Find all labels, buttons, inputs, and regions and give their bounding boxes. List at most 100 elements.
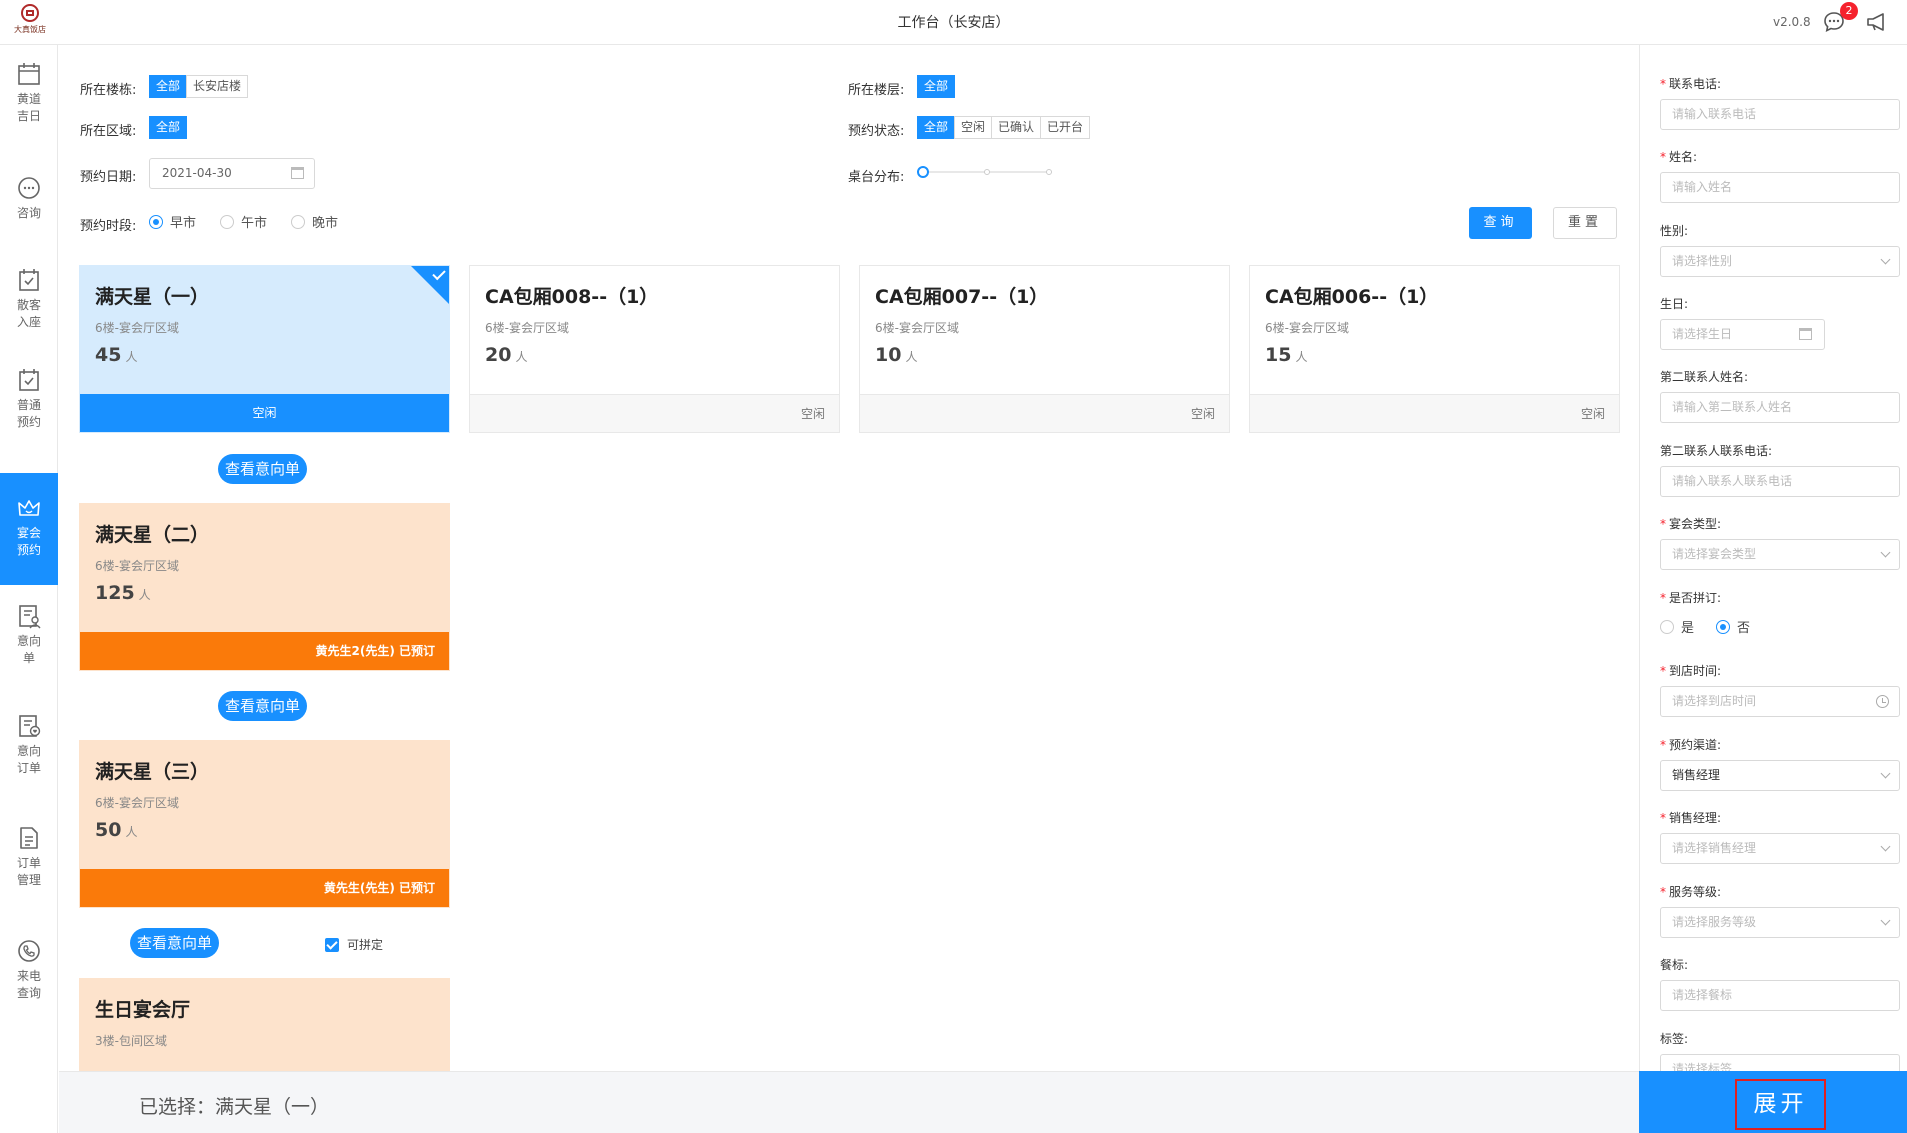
- clock-icon: [1876, 695, 1889, 708]
- form-field-banquet-type: * 宴会类型: 请选择宴会类型: [1660, 516, 1900, 570]
- calendar-check-icon: [19, 269, 39, 291]
- period-filter-label: 预约时段:: [80, 219, 137, 234]
- date-filter-label: 预约日期:: [80, 170, 137, 185]
- form-field-sales-manager: * 销售经理: 请选择销售经理: [1660, 810, 1900, 864]
- nav-item-banquet-reservation[interactable]: 宴会预约: [0, 473, 58, 585]
- status-option-free[interactable]: 空闲: [954, 116, 993, 139]
- meal-standard-input[interactable]: 请选择餐标: [1660, 980, 1900, 1011]
- second-contact-name-input[interactable]: 请输入第二联系人姓名: [1660, 392, 1900, 423]
- status-option-all[interactable]: 全部: [917, 116, 956, 139]
- slider-handle[interactable]: [917, 166, 929, 178]
- room-name: 满天星（一）: [95, 286, 210, 308]
- announcement-icon[interactable]: [1865, 11, 1889, 33]
- reservation-form: * 联系电话: 请输入联系电话 * 姓名: 请输入姓名 性别: 请选择性别 生日: …: [1639, 45, 1907, 1071]
- building-filter-label: 所在楼栋:: [80, 83, 137, 98]
- nav-item-intent-list[interactable]: 意向单: [0, 603, 58, 683]
- building-option-changan[interactable]: 长安店楼: [186, 75, 249, 98]
- nav-item-auspicious-days[interactable]: 黄道吉日: [0, 61, 58, 141]
- crown-icon: [18, 500, 40, 516]
- room-card-booked[interactable]: 满天星（二） 6楼-宴会厅区域 125 人 黄先生2(先生) 已预订: [79, 503, 450, 671]
- room-card[interactable]: CA包厢008--（1） 6楼-宴会厅区域 20 人 空闲: [469, 265, 840, 433]
- combine-option-no[interactable]: 否: [1716, 617, 1750, 636]
- arrival-time-input[interactable]: 请选择到店时间: [1660, 686, 1900, 717]
- room-name: 生日宴会厅: [95, 999, 191, 1021]
- expand-panel: 展开: [1639, 1071, 1907, 1133]
- form-field-service-level: * 服务等级: 请选择服务等级: [1660, 884, 1900, 938]
- nav-item-walkin-seating[interactable]: 散客入座: [0, 267, 58, 347]
- combinable-label: 可拼定: [347, 938, 384, 952]
- room-card[interactable]: CA包厢006--（1） 6楼-宴会厅区域 15 人 空闲: [1249, 265, 1620, 433]
- main-content: 所在楼栋: 全部 长安店楼 所在楼层: 全部 所在区域: 全部 预约状态: 全部…: [59, 45, 1639, 1071]
- room-area: 6楼-宴会厅区域: [95, 796, 179, 810]
- version-label: v2.0.8: [1773, 15, 1811, 29]
- room-card-selected[interactable]: 满天星（一） 6楼-宴会厅区域 45 人 空闲: [79, 265, 450, 433]
- nav-item-order-management[interactable]: 订单管理: [0, 825, 58, 905]
- second-contact-phone-input[interactable]: 请输入联系人联系电话: [1660, 466, 1900, 497]
- view-intent-button[interactable]: 查看意向单: [218, 454, 308, 484]
- room-capacity: 125 人: [95, 582, 151, 604]
- gender-select[interactable]: 请选择性别: [1660, 246, 1900, 277]
- logo-text: 大真饭店: [14, 25, 46, 34]
- table-distribution-slider[interactable]: [917, 165, 1052, 179]
- channel-select[interactable]: 销售经理: [1660, 760, 1900, 791]
- expand-button[interactable]: 展开: [1735, 1079, 1826, 1130]
- phone-input[interactable]: 请输入联系电话: [1660, 99, 1900, 130]
- room-area: 6楼-宴会厅区域: [485, 321, 569, 335]
- status-option-opened[interactable]: 已开台: [1040, 116, 1091, 139]
- logo: 大真饭店: [10, 4, 50, 40]
- booking-status: 黄先生2(先生) 已预订: [80, 632, 449, 670]
- room-area: 6楼-宴会厅区域: [875, 321, 959, 335]
- status-option-confirmed[interactable]: 已确认: [991, 116, 1042, 139]
- room-status: 空闲: [80, 394, 449, 432]
- selected-room-text: 已选择：满天星（一）: [139, 1096, 330, 1118]
- room-status: 空闲: [470, 394, 839, 432]
- room-card[interactable]: CA包厢007--（1） 6楼-宴会厅区域 10 人 空闲: [859, 265, 1230, 433]
- room-status: 空闲: [1250, 394, 1619, 432]
- room-capacity: 10 人: [875, 344, 918, 366]
- service-level-select[interactable]: 请选择服务等级: [1660, 907, 1900, 938]
- room-area: 3楼-包间区域: [95, 1034, 167, 1048]
- room-capacity: 50 人: [95, 819, 138, 841]
- region-filter-label: 所在区域:: [80, 124, 137, 139]
- reset-button[interactable]: 重置: [1553, 207, 1617, 239]
- region-option-all[interactable]: 全部: [149, 116, 188, 139]
- period-option-morning[interactable]: 早市: [149, 212, 196, 231]
- document-icon: [20, 827, 38, 849]
- name-input[interactable]: 请输入姓名: [1660, 172, 1900, 203]
- form-field-arrival-time: * 到店时间: 请选择到店时间: [1660, 663, 1900, 717]
- reservation-date-input[interactable]: 2021-04-30: [149, 158, 315, 189]
- chevron-down-icon: [1880, 768, 1891, 779]
- view-intent-button[interactable]: 查看意向单: [130, 928, 220, 958]
- nav-item-consult[interactable]: 咨询: [0, 175, 58, 235]
- room-capacity: 20 人: [485, 344, 528, 366]
- chevron-down-icon: [1880, 254, 1891, 265]
- room-capacity: 15 人: [1265, 344, 1308, 366]
- nav-item-normal-reservation[interactable]: 普通预约: [0, 367, 58, 447]
- nav-item-intent-order[interactable]: 意向订单: [0, 713, 58, 793]
- combinable-checkbox[interactable]: 可拼定: [325, 936, 383, 953]
- building-option-all[interactable]: 全部: [149, 75, 188, 98]
- banquet-type-select[interactable]: 请选择宴会类型: [1660, 539, 1900, 570]
- query-button[interactable]: 查询: [1469, 207, 1532, 239]
- table-distribution-label: 桌台分布:: [848, 170, 905, 185]
- room-card-booked[interactable]: 生日宴会厅 3楼-包间区域: [79, 978, 450, 1071]
- period-option-noon[interactable]: 午市: [220, 212, 267, 231]
- chat-icon: [18, 177, 40, 199]
- room-name: CA包厢007--（1）: [875, 286, 1049, 308]
- bottom-bar: 已选择：满天星（一）: [59, 1071, 1639, 1133]
- birthday-input[interactable]: 请选择生日: [1660, 319, 1825, 350]
- room-status: 空闲: [860, 394, 1229, 432]
- building-filter: 全部 长安店楼: [149, 75, 249, 98]
- period-option-evening[interactable]: 晚市: [291, 212, 338, 231]
- form-field-phone: * 联系电话: 请输入联系电话: [1660, 76, 1900, 130]
- view-intent-button[interactable]: 查看意向单: [218, 691, 308, 721]
- tags-input[interactable]: 请选择标签: [1660, 1054, 1900, 1071]
- room-card-booked[interactable]: 满天星（三） 6楼-宴会厅区域 50 人 黄先生(先生) 已预订: [79, 740, 450, 908]
- floor-option-all[interactable]: 全部: [917, 75, 956, 98]
- sales-manager-select[interactable]: 请选择销售经理: [1660, 833, 1900, 864]
- nav-item-call-inquiry[interactable]: 来电查询: [0, 938, 58, 1018]
- room-name: 满天星（三）: [95, 761, 210, 783]
- combine-option-yes[interactable]: 是: [1660, 617, 1694, 636]
- status-filter: 全部 空闲 已确认 已开台: [917, 116, 1091, 139]
- logo-mark: [21, 4, 39, 22]
